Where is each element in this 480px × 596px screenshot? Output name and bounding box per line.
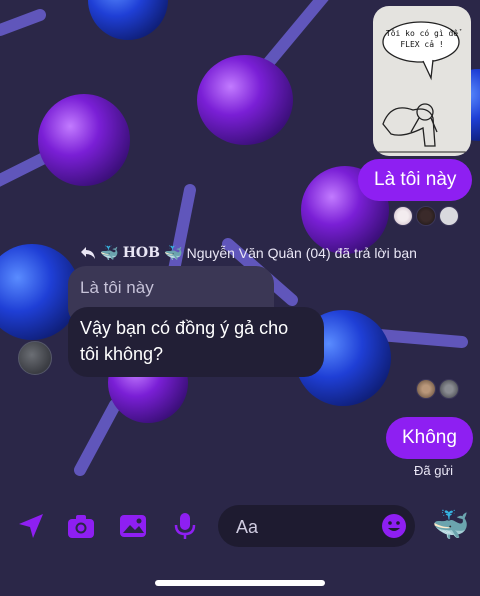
whale-icon: 🐳: [100, 245, 119, 262]
message-text: Không: [402, 427, 457, 448]
reply-header: 🐳 HOB 🐳 Nguyễn Văn Quân (04) đã trả lời …: [80, 244, 417, 262]
sender-avatar[interactable]: [18, 341, 52, 375]
group-name: HOB: [122, 245, 160, 261]
message-text-line: tôi không?: [80, 344, 164, 364]
reply-arrow-icon: [81, 247, 95, 259]
camera-icon[interactable]: [66, 511, 96, 541]
message-text-line: Vậy bạn có đồng ý gả cho: [80, 318, 289, 338]
read-receipt-avatar: [416, 206, 436, 226]
received-message-bubble[interactable]: Vậy bạn có đồng ý gả cho tôi không?: [68, 307, 324, 377]
whale-icon: 🐳: [163, 245, 183, 262]
reply-suffix: đã trả lời bạn: [334, 245, 417, 261]
whale-icon[interactable]: 🐳: [432, 508, 469, 544]
location-arrow-icon[interactable]: [16, 511, 46, 541]
read-receipt-avatar: [439, 379, 459, 399]
sticker-caption: Tôi ko có gì để FLEX cả !: [385, 29, 459, 49]
home-indicator[interactable]: [155, 580, 325, 586]
emoji-icon[interactable]: [381, 513, 407, 539]
message-text: Là tôi này: [374, 169, 457, 190]
sent-message-bubble[interactable]: Không: [386, 417, 473, 459]
reply-sender-name: Nguyễn Văn Quân (04): [186, 245, 331, 261]
delivery-status: Đã gửi: [414, 463, 454, 478]
message-input[interactable]: [234, 505, 378, 549]
message-input-field[interactable]: [218, 505, 415, 549]
image-icon[interactable]: [118, 511, 148, 541]
read-receipt-avatar: [416, 379, 436, 399]
sent-message-bubble[interactable]: Là tôi này: [358, 159, 473, 201]
microphone-icon[interactable]: [170, 511, 200, 541]
quoted-text: Là tôi này: [80, 278, 154, 297]
read-receipt-avatar: [439, 206, 459, 226]
sent-sticker-image[interactable]: Tôi ko có gì để FLEX cả !: [373, 6, 471, 156]
read-receipt-avatar: [393, 206, 413, 226]
